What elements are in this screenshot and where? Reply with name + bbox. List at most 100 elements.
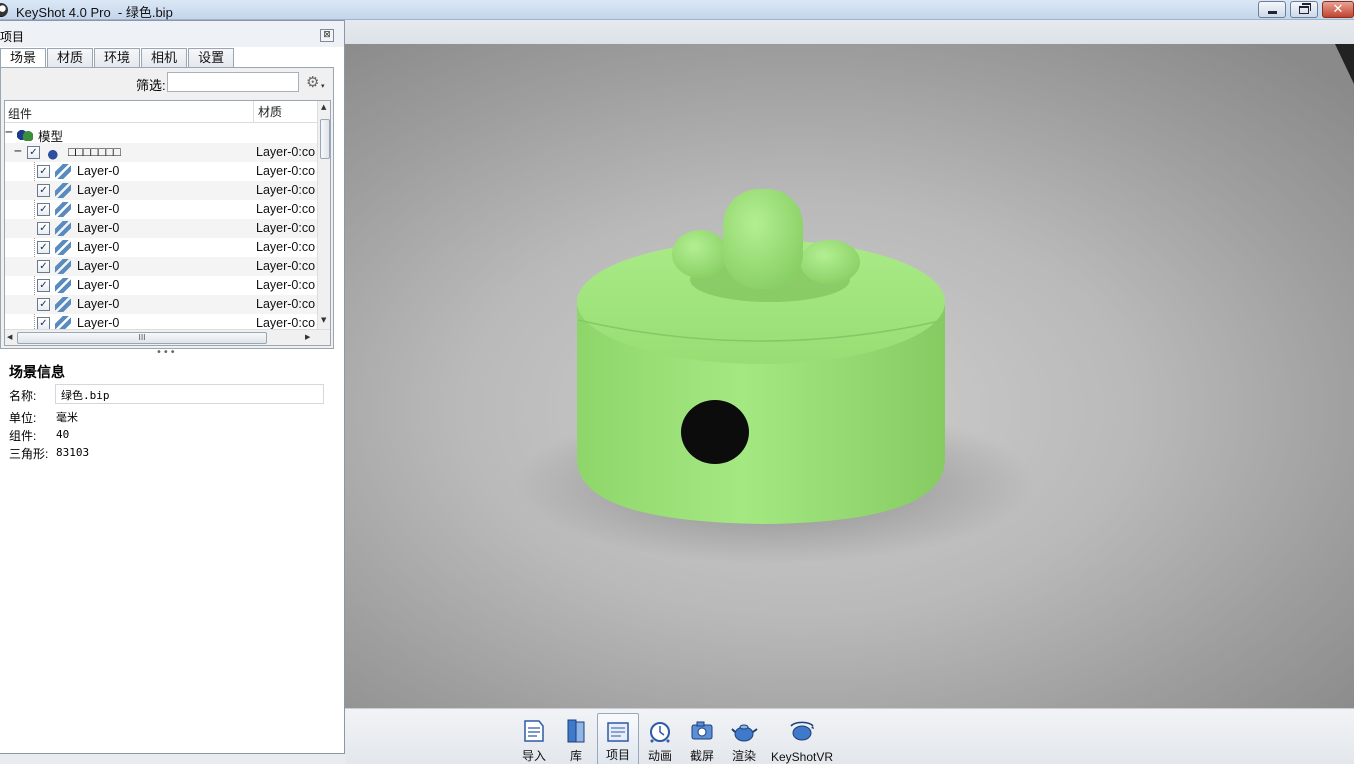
filter-row: 筛选: ⚙ ▾: [1, 68, 333, 98]
tree-item-material: Layer-0:co: [256, 202, 316, 216]
render-button[interactable]: 渲染: [723, 713, 765, 764]
tree-header: 组件 材质: [5, 101, 317, 123]
screenshot-icon: [691, 721, 713, 740]
filter-label: 筛选:: [136, 78, 166, 93]
name-label: 名称:: [9, 389, 37, 403]
tree-item-label: Layer-0: [77, 297, 120, 311]
components-label: 组件:: [9, 429, 37, 443]
knob-right-wing: [800, 240, 860, 284]
visibility-checkbox[interactable]: ✓: [37, 165, 50, 178]
tree-item-material: Layer-0:co: [256, 259, 316, 273]
scroll-right-icon[interactable]: ▶: [305, 333, 310, 341]
part-icon: [55, 164, 71, 179]
tree-row-part[interactable]: ✓ Layer-0 Layer-0:co: [5, 238, 317, 257]
gear-icon[interactable]: ⚙: [306, 73, 319, 91]
visibility-checkbox[interactable]: ✓: [37, 260, 50, 273]
main-toolbar: 导入 库 项目 动画 截屏 渲染 KeyShotVR: [345, 708, 1354, 764]
minimize-icon: [1267, 11, 1277, 14]
visibility-checkbox[interactable]: ✓: [37, 222, 50, 235]
part-icon: [55, 297, 71, 312]
library-icon: [567, 719, 585, 743]
viewport-corner-shadow: [1335, 44, 1354, 84]
tree-item-material: Layer-0:co: [256, 164, 316, 178]
toolbar-label: 渲染: [731, 749, 756, 763]
minimize-button[interactable]: [1258, 1, 1286, 18]
visibility-checkbox[interactable]: ✓: [37, 241, 50, 254]
collapse-icon[interactable]: −: [14, 144, 22, 159]
keyshotvr-button[interactable]: KeyShotVR: [771, 713, 833, 764]
vertical-scroll-thumb[interactable]: [320, 119, 330, 159]
part-icon: [55, 259, 71, 274]
tree-item-label: Layer-0: [77, 164, 120, 178]
group-icon: [44, 145, 60, 160]
chevron-down-icon[interactable]: ▾: [321, 82, 325, 90]
scene-tab-content: 筛选: ⚙ ▾ 组件 材质 − 模型 − ✓ □□□□□□□ Layer-0:c…: [0, 67, 334, 349]
tab-settings[interactable]: 设置: [188, 48, 235, 67]
tab-materials[interactable]: 材质: [47, 48, 94, 67]
visibility-checkbox[interactable]: ✓: [27, 146, 40, 159]
panel-splitter-handle[interactable]: •••: [156, 347, 177, 358]
scroll-up-icon[interactable]: ▲: [321, 103, 326, 111]
tree-row-part[interactable]: ✓ Layer-0 Layer-0:co: [5, 219, 317, 238]
tree-row-part[interactable]: ✓ Layer-0 Layer-0:co: [5, 200, 317, 219]
tree-row-group[interactable]: − ✓ □□□□□□□ Layer-0:co: [5, 143, 317, 162]
tree-item-material: Layer-0:co: [256, 221, 316, 235]
tree-item-label: Layer-0: [77, 221, 120, 235]
tree-item-material: Layer-0:co: [256, 297, 316, 311]
close-icon: ✕: [1332, 2, 1344, 17]
render-icon: [731, 724, 758, 742]
tab-camera[interactable]: 相机: [141, 48, 188, 67]
triangles-label: 三角形:: [9, 447, 49, 461]
close-button[interactable]: ✕: [1322, 1, 1354, 18]
column-header-component[interactable]: 组件: [8, 105, 32, 122]
components-value: 40: [56, 428, 70, 441]
tree-row-model[interactable]: − 模型: [5, 124, 317, 144]
tree-row-part[interactable]: ✓ Layer-0 Layer-0:co: [5, 257, 317, 276]
part-icon: [55, 278, 71, 293]
scene-tree: 组件 材质 − 模型 − ✓ □□□□□□□ Layer-0:co ✓ Laye…: [4, 100, 331, 346]
tab-environment[interactable]: 环境: [94, 48, 141, 67]
rendered-model: [515, 44, 1354, 564]
tree-item-label: Layer-0: [77, 240, 120, 254]
tree-item-label: Layer-0: [77, 259, 120, 273]
scroll-left-icon[interactable]: ◀: [7, 333, 12, 341]
toolbar-label: KeyShotVR: [771, 750, 834, 764]
model-hole: [681, 400, 749, 464]
part-icon: [55, 240, 71, 255]
horizontal-scroll-thumb[interactable]: III: [17, 332, 267, 344]
visibility-checkbox[interactable]: ✓: [37, 184, 50, 197]
filter-input[interactable]: [167, 72, 299, 92]
visibility-checkbox[interactable]: ✓: [37, 279, 50, 292]
scroll-down-icon[interactable]: ▼: [321, 316, 326, 324]
maximize-button[interactable]: [1290, 1, 1318, 18]
tree-row-part[interactable]: ✓ Layer-0 Layer-0:co: [5, 181, 317, 200]
render-viewport[interactable]: [345, 44, 1354, 708]
tree-item-label: Layer-0: [77, 316, 120, 330]
tree-horizontal-scrollbar[interactable]: ◀ III ▶: [5, 329, 330, 345]
model-icon: [17, 126, 33, 141]
tree-row-part[interactable]: ✓ Layer-0 Layer-0:co: [5, 295, 317, 314]
panel-tabs: 场景 材质 环境 相机 设置: [0, 48, 235, 68]
tree-row-part[interactable]: ✓ Layer-0 Layer-0:co: [5, 162, 317, 181]
tree-item-label: Layer-0: [77, 183, 120, 197]
tree-vertical-scrollbar[interactable]: ▲ ▼: [317, 101, 330, 329]
keyshot-app-icon[interactable]: [0, 3, 8, 17]
knob-left-wing: [672, 230, 728, 278]
tree-item-material: Layer-0:co: [256, 278, 316, 292]
column-header-material[interactable]: 材质: [253, 101, 317, 123]
keyshotvr-icon: [790, 721, 814, 741]
panel-title: 项目: [0, 30, 25, 44]
tree-item-material: Layer-0:co: [256, 240, 316, 254]
scene-name-field[interactable]: 绿色.bip: [55, 384, 324, 404]
visibility-checkbox[interactable]: ✓: [37, 298, 50, 311]
tab-scene[interactable]: 场景: [0, 48, 47, 68]
collapse-icon[interactable]: −: [5, 125, 13, 140]
tree-rows: − 模型 − ✓ □□□□□□□ Layer-0:co ✓ Layer-0 La…: [5, 124, 317, 333]
tree-row-part[interactable]: ✓ Layer-0 Layer-0:co: [5, 276, 317, 295]
part-icon: [55, 221, 71, 236]
unit-label: 单位:: [9, 411, 37, 425]
panel-close-button[interactable]: ⊠: [320, 29, 334, 42]
window-title: KeyShot 4.0 Pro - 绿色.bip: [16, 5, 173, 20]
visibility-checkbox[interactable]: ✓: [37, 203, 50, 216]
tree-item-material: Layer-0:co: [256, 183, 316, 197]
